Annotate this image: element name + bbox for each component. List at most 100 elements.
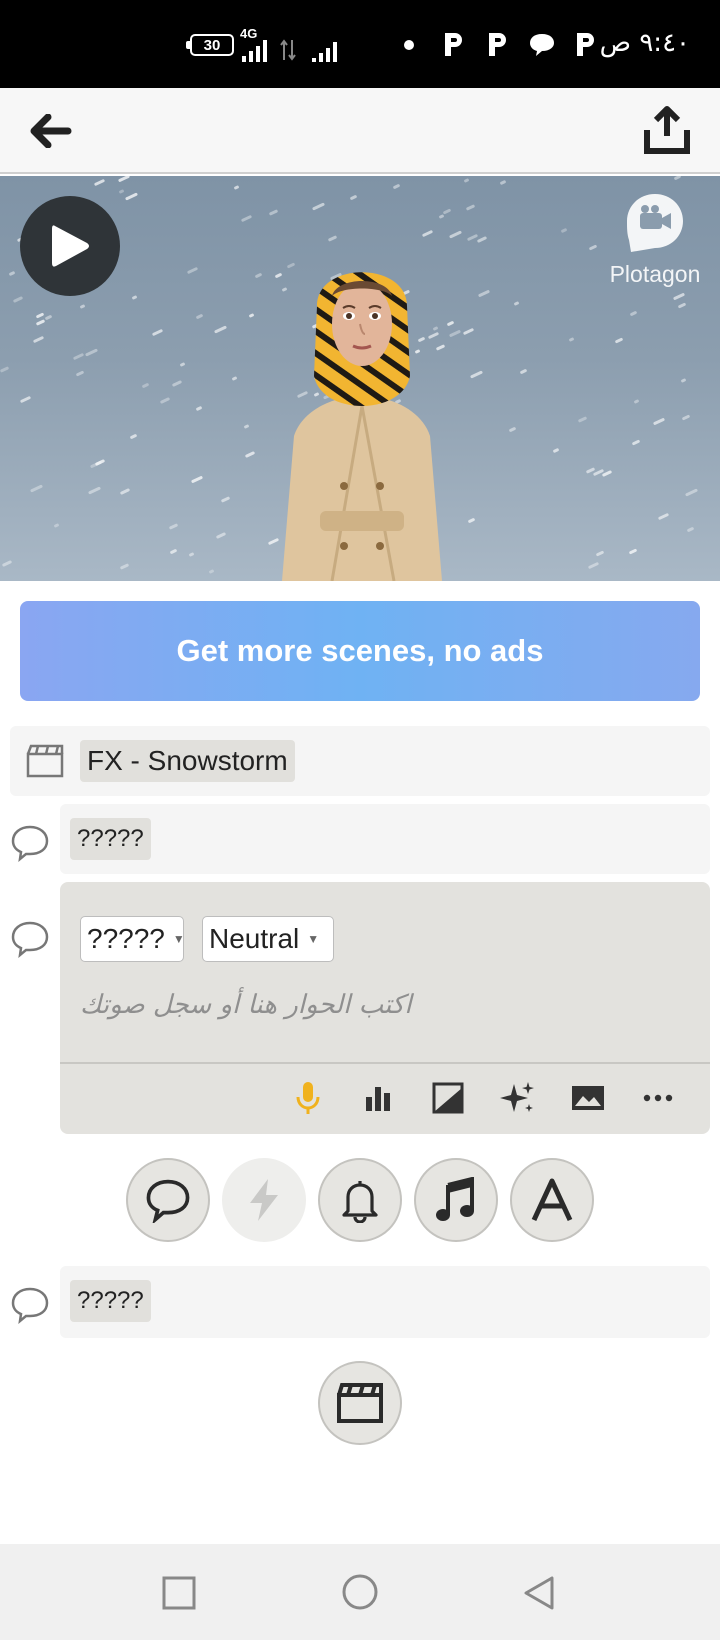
snowflake xyxy=(633,399,640,404)
character-dropdown-value: ????? xyxy=(87,923,165,954)
snowflake xyxy=(560,227,568,234)
snowflake xyxy=(94,459,106,466)
snowflake xyxy=(151,328,164,337)
snowflake xyxy=(680,378,687,383)
snowflake xyxy=(519,368,528,375)
share-upload-icon[interactable] xyxy=(642,102,692,158)
snowflake xyxy=(677,302,687,309)
add-text-button[interactable] xyxy=(510,1158,594,1242)
snowflake xyxy=(190,475,204,484)
landscape-icon[interactable] xyxy=(568,1078,608,1118)
promo-label: Get more scenes, no ads xyxy=(176,633,544,668)
snowflake xyxy=(119,488,131,495)
snowflake xyxy=(220,496,231,503)
snowflake xyxy=(477,289,491,298)
snowflake xyxy=(75,370,85,377)
snowflake xyxy=(53,523,60,528)
snowflake xyxy=(1,560,13,567)
line-1-character: ????? xyxy=(70,818,151,860)
snowflake xyxy=(87,486,102,495)
image-icon[interactable] xyxy=(428,1078,468,1118)
more-dots-icon[interactable] xyxy=(638,1078,678,1118)
plotagon-logo: Plotagon xyxy=(600,190,710,288)
snowflake xyxy=(628,548,638,555)
character-avatar xyxy=(282,272,442,581)
signal-strength-icon-2 xyxy=(312,34,337,66)
snowflake xyxy=(349,194,358,201)
dialogue-line-1[interactable]: ????? xyxy=(60,804,710,874)
snowflake xyxy=(462,327,475,336)
home-circle-icon[interactable] xyxy=(336,1568,384,1616)
sparkles-icon[interactable] xyxy=(498,1078,538,1118)
dialogue-input[interactable]: اكتب الحوار هنا أو سجل صوتك xyxy=(80,990,412,1020)
system-navigation-bar xyxy=(0,1544,720,1640)
add-scene-button[interactable] xyxy=(318,1361,402,1445)
play-button[interactable] xyxy=(20,196,120,296)
signal-strength-icon xyxy=(242,34,267,66)
snowflake xyxy=(467,517,476,524)
snowflake xyxy=(12,296,24,303)
snowflake xyxy=(240,214,253,223)
music-note-icon xyxy=(436,1177,474,1221)
snowflake xyxy=(213,325,228,334)
snowflake xyxy=(568,337,575,342)
snowflake xyxy=(327,235,338,242)
back-arrow-icon[interactable] xyxy=(26,108,76,154)
battery-level: 30 xyxy=(203,36,221,54)
snowflake xyxy=(686,526,695,533)
add-action-button[interactable] xyxy=(222,1158,306,1242)
snowflake xyxy=(465,204,476,211)
snowflake xyxy=(84,348,99,357)
speech-bubble-icon xyxy=(146,1179,190,1223)
snowflake xyxy=(392,183,401,190)
snowflake xyxy=(119,563,130,570)
snowflake xyxy=(188,552,195,557)
snowflake xyxy=(587,561,600,570)
snowflake xyxy=(673,176,682,181)
play-icon xyxy=(52,225,89,267)
add-music-button[interactable] xyxy=(414,1158,498,1242)
plotagon-logo-text: Plotagon xyxy=(609,261,701,287)
status-bar: 30 4G ٩:٤٠ ص xyxy=(0,0,720,88)
microphone-icon[interactable] xyxy=(288,1078,328,1118)
add-dialogue-button[interactable] xyxy=(126,1158,210,1242)
snowflake xyxy=(186,266,199,275)
snowflake xyxy=(141,382,150,389)
mood-dropdown[interactable]: Neutral ▼ xyxy=(202,916,334,962)
mood-dropdown-value: Neutral xyxy=(209,923,300,954)
recents-square-icon[interactable] xyxy=(156,1570,202,1616)
dialogue-line-2[interactable]: ????? xyxy=(60,1266,710,1338)
chevron-down-icon-2: ▼ xyxy=(307,932,320,946)
snowflake xyxy=(169,548,178,555)
scene-label: FX - Snowstorm xyxy=(80,740,295,782)
snowflake xyxy=(29,484,44,493)
snowflake xyxy=(508,426,517,433)
scene-setting-row[interactable]: FX - Snowstorm xyxy=(10,726,710,796)
snowflake xyxy=(118,189,125,194)
snowflake xyxy=(463,178,470,183)
notification-dot-icon xyxy=(404,40,414,50)
snowflake xyxy=(215,532,227,539)
character-dropdown[interactable]: ????? ▼ xyxy=(80,916,185,962)
upgrade-promo-button[interactable]: Get more scenes, no ads xyxy=(20,601,700,701)
back-triangle-icon[interactable] xyxy=(516,1570,562,1616)
snowflake xyxy=(588,244,598,251)
snowflake xyxy=(681,414,691,421)
scene-preview[interactable]: Plotagon xyxy=(0,176,720,581)
dialogue-bubble-icon xyxy=(11,825,49,862)
snowflake xyxy=(168,523,179,530)
plotagon-logo-icon xyxy=(627,194,683,252)
bar-chart-icon[interactable] xyxy=(358,1078,398,1118)
snowflake xyxy=(442,208,452,215)
snowflake xyxy=(195,313,204,320)
snowflake xyxy=(614,337,624,344)
snowflake xyxy=(448,230,463,239)
snowflake xyxy=(684,488,699,497)
dialogue-bubble-icon-2 xyxy=(11,921,49,958)
letter-a-icon xyxy=(531,1178,573,1222)
p-app-notification-icon xyxy=(445,33,462,56)
snowflake xyxy=(469,370,484,379)
editor-divider xyxy=(60,1062,710,1064)
snowflake xyxy=(595,550,605,557)
add-sound-effect-button[interactable] xyxy=(318,1158,402,1242)
